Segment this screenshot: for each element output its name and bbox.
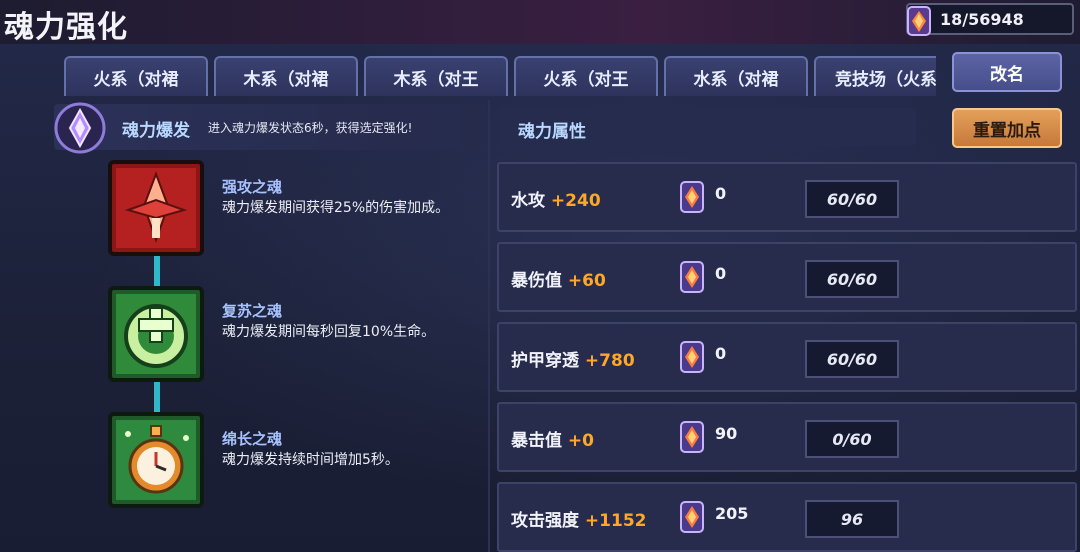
stat-level-box[interactable]: 60/60 <box>805 180 899 218</box>
buff-desc-lasting: 魂力爆发持续时间增加5秒。 <box>222 452 399 468</box>
stat-name: 护甲穿透 <box>511 351 579 371</box>
stat-row: 暴击值 +0 90 0/60 <box>497 402 1077 472</box>
buff-desc-strong-attack: 魂力爆发期间获得25%的伤害加成。 <box>222 200 450 216</box>
stat-cost: 90 <box>715 424 738 443</box>
soul-crystal-counter: 18/56948 <box>906 3 1074 36</box>
stat-row: 暴伤值 +60 0 60/60 <box>497 242 1077 312</box>
stat-level-box[interactable]: 0/60 <box>805 420 899 458</box>
tab-loadout-1[interactable]: 火系（对裙 <box>64 56 208 96</box>
tab-loadout-6[interactable]: 竞技场（火系 <box>814 56 936 96</box>
stat-name: 暴击值 <box>511 431 562 451</box>
stat-row: 护甲穿透 +780 0 60/60 <box>497 322 1077 392</box>
stat-label: 暴击值 +0 <box>511 426 594 451</box>
tab-loadout-5[interactable]: 水系（对裙 <box>664 56 808 96</box>
rename-button[interactable]: 改名 <box>952 52 1062 92</box>
stat-name: 水攻 <box>511 191 545 211</box>
stat-name: 攻击强度 <box>511 511 579 531</box>
stat-bonus: +60 <box>567 271 606 291</box>
soul-burst-description: 进入魂力爆发状态6秒，获得选定强化! <box>208 121 413 135</box>
soul-crystal-icon <box>679 420 705 458</box>
stat-label: 水攻 +240 <box>511 186 601 211</box>
stat-row: 攻击强度 +1152 205 96 <box>497 482 1077 552</box>
stat-label: 暴伤值 +60 <box>511 266 606 291</box>
stat-bonus: +0 <box>567 431 594 451</box>
stat-level-box[interactable]: 60/60 <box>805 340 899 378</box>
attributes-title: 魂力属性 <box>518 122 586 142</box>
stat-label: 攻击强度 +1152 <box>511 506 646 531</box>
stat-cost: 0 <box>715 184 727 203</box>
stat-cost: 205 <box>715 504 749 523</box>
soul-crystal-icon <box>679 500 705 538</box>
buff-name-revive: 复苏之魂 <box>222 302 283 320</box>
stat-label: 护甲穿透 +780 <box>511 346 635 371</box>
stat-bonus: +780 <box>584 351 635 371</box>
soul-crystal-icon <box>679 180 705 218</box>
soul-crystal-icon <box>679 340 705 378</box>
soul-crystal-icon <box>904 5 934 41</box>
soul-crystal-icon <box>679 260 705 298</box>
green-heal-soul-icon[interactable] <box>108 286 204 382</box>
stopwatch-soul-icon[interactable] <box>108 412 204 508</box>
red-sword-soul-icon[interactable] <box>108 160 204 256</box>
stat-name: 暴伤值 <box>511 271 562 291</box>
stat-level-box[interactable]: 60/60 <box>805 260 899 298</box>
buff-desc-revive: 魂力爆发期间每秒回复10%生命。 <box>222 324 436 340</box>
page-title: 魂力强化 <box>4 10 128 45</box>
buff-connector <box>154 252 160 286</box>
panel-divider <box>488 100 490 552</box>
stat-bonus: +240 <box>550 191 601 211</box>
buff-connector <box>154 378 160 414</box>
soul-crystal-value: 18/56948 <box>940 9 1024 29</box>
stat-row: 水攻 +240 0 60/60 <box>497 162 1077 232</box>
stat-cost: 0 <box>715 264 727 283</box>
tab-loadout-4[interactable]: 火系（对王 <box>514 56 658 96</box>
reset-points-button[interactable]: 重置加点 <box>952 108 1062 148</box>
buff-name-strong-attack: 强攻之魂 <box>222 178 283 196</box>
stat-level-box[interactable]: 96 <box>805 500 899 538</box>
tab-loadout-3[interactable]: 木系（对王 <box>364 56 508 96</box>
stat-bonus: +1152 <box>584 511 647 531</box>
loadout-tabs: 火系（对裙 木系（对裙 木系（对王 火系（对王 水系（对裙 竞技场（火系 <box>64 56 936 96</box>
buff-name-lasting: 绵长之魂 <box>222 430 283 448</box>
tab-loadout-2[interactable]: 木系（对裙 <box>214 56 358 96</box>
soul-burst-title: 魂力爆发 <box>122 121 190 141</box>
soul-burst-emblem-icon <box>54 102 106 154</box>
stat-cost: 0 <box>715 344 727 363</box>
